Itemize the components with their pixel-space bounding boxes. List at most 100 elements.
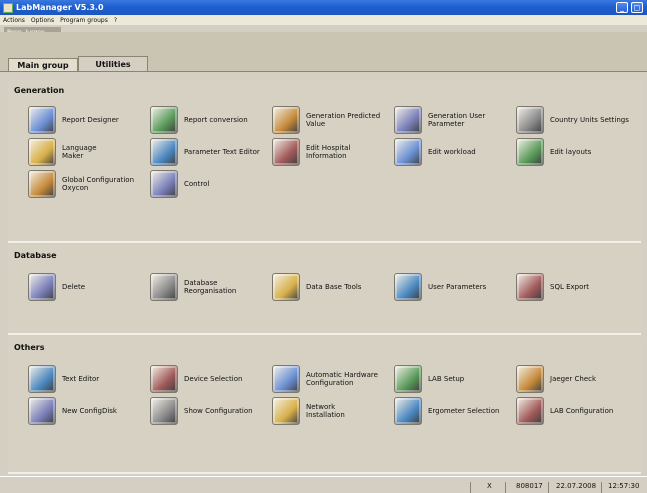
tile-label: Network Installation	[306, 403, 345, 419]
tile-hospital[interactable]: Edit Hospital Information	[272, 138, 350, 166]
tile-label: Edit Hospital Information	[306, 144, 351, 160]
tile-network-install[interactable]: Network Installation	[272, 397, 345, 425]
tab-utilities-label: Utilities	[95, 60, 131, 69]
tile-globe[interactable]: Language Maker	[28, 138, 97, 166]
tile-country-units[interactable]: Country Units Settings	[516, 106, 629, 134]
tile-label: Language Maker	[62, 144, 97, 160]
jaeger-check-icon	[516, 365, 544, 393]
tile-parameter-text[interactable]: Parameter Text Editor	[150, 138, 260, 166]
tile-delete[interactable]: Delete	[28, 273, 85, 301]
menu-options[interactable]: Options	[31, 17, 54, 24]
tile-label: Database Reorganisation	[184, 279, 237, 295]
tile-label: Report Designer	[62, 116, 119, 124]
tile-database-reorg[interactable]: Database Reorganisation	[150, 273, 236, 301]
tile-lab-config[interactable]: LAB Configuration	[516, 397, 613, 425]
tile-label: Delete	[62, 283, 85, 291]
tile-report-designer[interactable]: Report Designer	[28, 106, 119, 134]
tile-report-conversion[interactable]: Report conversion	[150, 106, 248, 134]
tile-label: Device Selection	[184, 375, 243, 383]
tab-utilities[interactable]: Utilities	[78, 56, 148, 72]
generation-user-icon	[394, 106, 422, 134]
tab-divider	[0, 71, 647, 72]
minimize-button[interactable]: _	[616, 2, 628, 13]
tile-config-disk[interactable]: New ConfigDisk	[28, 397, 117, 425]
app-icon	[3, 2, 13, 13]
ergometer-icon	[394, 397, 422, 425]
workload-icon	[394, 138, 422, 166]
tile-label: Automatic Hardware Configuration	[306, 371, 378, 387]
others-title: Others	[14, 343, 45, 352]
tile-workload[interactable]: Edit workload	[394, 138, 476, 166]
menu-bar: Actions Options Program groups ?	[0, 15, 647, 25]
menu-actions[interactable]: Actions	[3, 17, 25, 24]
country-units-icon	[516, 106, 544, 134]
lab-setup-icon	[394, 365, 422, 393]
tile-hardware-config[interactable]: Automatic Hardware Configuration	[272, 365, 378, 393]
generation-panel: Generation Report Designer Report convers…	[8, 80, 641, 243]
tile-label: Control	[184, 180, 210, 188]
tab-main-group[interactable]: Main group	[8, 58, 78, 71]
tile-label: User Parameters	[428, 283, 487, 291]
tile-jaeger-check[interactable]: Jaeger Check	[516, 365, 596, 393]
tile-windows[interactable]: Control	[150, 170, 209, 198]
tile-user-parameters[interactable]: User Parameters	[394, 273, 486, 301]
globe-icon	[28, 138, 56, 166]
status-mode: X	[487, 482, 492, 490]
config-disk-icon	[28, 397, 56, 425]
tile-label: Text Editor	[62, 375, 100, 383]
tile-database-tools[interactable]: Data Base Tools	[272, 273, 361, 301]
generation-predicted-icon	[272, 106, 300, 134]
restore-button[interactable]: ◻	[631, 2, 643, 13]
tile-layouts[interactable]: Edit layouts	[516, 138, 591, 166]
tile-label: New ConfigDisk	[62, 407, 117, 415]
tile-label: Parameter Text Editor	[184, 148, 260, 156]
database-title: Database	[14, 251, 57, 260]
tile-label: Edit workload	[428, 148, 476, 156]
tile-label: Generation Predicted Value	[306, 112, 381, 128]
delete-icon	[28, 273, 56, 301]
tile-ergometer[interactable]: Ergometer Selection	[394, 397, 499, 425]
tools-icon	[28, 170, 56, 198]
tile-show-config[interactable]: Show Configuration	[150, 397, 253, 425]
tile-label: Report conversion	[184, 116, 248, 124]
tile-label: LAB Setup	[428, 375, 465, 383]
tile-label: Show Configuration	[184, 407, 253, 415]
database-panel: Database Delete Database Reorganisation Da…	[8, 245, 641, 335]
tile-generation-predicted[interactable]: Generation Predicted Value	[272, 106, 380, 134]
lab-config-icon	[516, 397, 544, 425]
status-date: 22.07.2008	[556, 482, 597, 490]
status-time: 12:57:30	[608, 482, 640, 490]
database-tools-icon	[272, 273, 300, 301]
hardware-config-icon	[272, 365, 300, 393]
device-selection-icon	[150, 365, 178, 393]
user-parameters-icon	[394, 273, 422, 301]
parameter-text-icon	[150, 138, 178, 166]
tile-device-selection[interactable]: Device Selection	[150, 365, 242, 393]
tile-label: LAB Configuration	[550, 407, 614, 415]
report-designer-icon	[28, 106, 56, 134]
tile-generation-user[interactable]: Generation User Parameter	[394, 106, 485, 134]
tile-label: Country Units Settings	[550, 116, 629, 124]
report-conversion-icon	[150, 106, 178, 134]
tile-tools[interactable]: Global Configuration Oxycon	[28, 170, 134, 198]
window-title: LabManager V5.3.0	[16, 3, 104, 12]
database-reorg-icon	[150, 273, 178, 301]
tile-label: Data Base Tools	[306, 283, 362, 291]
status-id: 808017	[516, 482, 543, 490]
tab-main-group-label: Main group	[17, 60, 69, 70]
show-config-icon	[150, 397, 178, 425]
windows-icon	[150, 170, 178, 198]
tile-label: Edit layouts	[550, 148, 592, 156]
hospital-icon	[272, 138, 300, 166]
menu-help[interactable]: ?	[114, 17, 117, 24]
title-bar: LabManager V5.3.0 _ ◻	[0, 0, 647, 15]
tile-label: SQL Export	[550, 283, 589, 291]
menu-program-groups[interactable]: Program groups	[60, 17, 108, 24]
tile-lab-setup[interactable]: LAB Setup	[394, 365, 464, 393]
text-editor-icon	[28, 365, 56, 393]
status-bar: X 808017 22.07.2008 12:57:30	[0, 476, 647, 493]
tile-text-editor[interactable]: Text Editor	[28, 365, 99, 393]
tile-label: Ergometer Selection	[428, 407, 500, 415]
tile-sql-export[interactable]: SQL Export	[516, 273, 589, 301]
tile-label: Generation User Parameter	[428, 112, 486, 128]
